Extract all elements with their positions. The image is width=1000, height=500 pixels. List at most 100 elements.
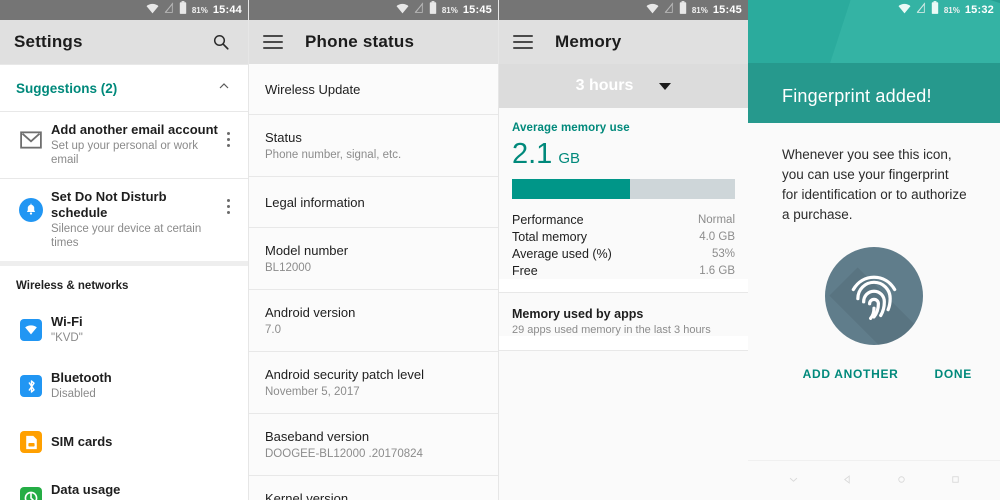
stat-value: 4.0 GB [699,230,735,243]
list-item-title: Android version [265,305,356,320]
stat-key: Performance [512,212,584,227]
sidebar-item-data-usage[interactable]: Data usage 0 B of data used [0,470,248,500]
list-item[interactable]: Add another email account Set up your pe… [0,112,248,178]
status-bar: 81% 15:45 [499,0,748,20]
stat-value: 53% [711,247,735,260]
suggestions-header[interactable]: Suggestions (2) [0,65,248,111]
sidebar-item-sim-cards[interactable]: SIM cards [0,414,248,470]
memory-apps-title: Memory used by apps [512,307,644,321]
status-time: 15:45 [462,4,492,16]
memory-apps-subtitle: 29 apps used memory in the last 3 hours [512,324,711,336]
battery-icon [429,1,437,19]
app-bar: Memory [499,20,748,64]
memory-stats: Performance Normal Total memory 4.0 GB A… [512,211,735,279]
back-triangle-icon[interactable] [842,472,853,490]
list-item-subtitle: Silence your device at certain times [51,223,202,249]
status-time: 15:44 [212,4,242,16]
list-item-text: Add another email account Set up your pe… [48,122,218,167]
status-bar: 81% 15:44 [0,0,248,20]
stat-value: Normal [697,213,735,226]
time-range-dropdown[interactable]: 3 hours [499,64,748,108]
list-item[interactable]: Model number BL12000 [249,228,498,289]
status-time: 15:45 [712,4,742,16]
list-item[interactable]: Legal information [249,177,498,227]
bell-icon [14,189,48,222]
list-item[interactable]: Android version 7.0 [249,290,498,351]
overflow-menu-icon[interactable] [218,189,238,214]
list-item-subtitle: BL12000 [265,262,312,274]
memory-progress-bar [512,179,735,199]
done-button[interactable]: DONE [935,367,972,381]
screen-memory: 81% 15:45 Memory 3 hours Average memory … [498,0,748,500]
list-item-title: Wireless Update [265,82,361,97]
fingerprint-icon [825,247,923,345]
wifi-icon [396,1,409,19]
status-bar: 81% 15:45 [249,0,498,20]
sidebar-item-label: Wi-Fi [51,314,83,329]
list-item-subtitle: 7.0 [265,324,281,336]
list-item-title: Status [265,130,302,145]
list-item-title: Set Do Not Disturb schedule [51,189,167,220]
add-another-button[interactable]: ADD ANOTHER [803,367,899,381]
list-item-subtitle: November 5, 2017 [265,386,360,398]
signal-off-icon [164,1,174,19]
sidebar-item-bluetooth[interactable]: Bluetooth Disabled [0,358,248,414]
screen-phone-status: 81% 15:45 Phone status Wireless Update S… [248,0,498,500]
section-header: Wireless & networks [16,280,129,292]
caret-down-icon [659,82,672,90]
list-item-text: Set Do Not Disturb schedule Silence your… [48,189,218,250]
hamburger-icon[interactable] [263,35,283,49]
fingerprint-description: Whenever you see this icon, you can use … [782,147,967,222]
list-item-title: Android security patch level [265,367,424,382]
hamburger-icon[interactable] [513,35,533,49]
sidebar-item-wifi[interactable]: Wi-Fi "KVD" [0,302,248,358]
battery-icon [931,1,939,19]
recents-square-icon[interactable] [950,472,961,490]
battery-percent: 81% [943,5,960,15]
page-title: Phone status [305,32,415,51]
average-memory-card: Average memory use 2.1 GB Performance No… [499,108,748,279]
average-memory-unit: GB [558,150,581,167]
signal-off-icon [916,1,926,19]
signal-off-icon [414,1,424,19]
table-row: Performance Normal [512,211,735,228]
list-item-title: Model number [265,243,349,258]
screen-settings: 81% 15:44 Settings Suggestions (2) Add a… [0,0,248,500]
list-item-title: Baseband version [265,429,370,444]
chevron-down-icon[interactable] [788,472,799,490]
stat-key: Free [512,263,538,278]
sidebar-item-text: Data usage 0 B of data used [48,482,135,500]
list-item[interactable]: Kernel version 3.18.35DOOGEEinfo@doogee.… [249,476,498,500]
sidebar-item-label: Data usage [51,482,121,497]
list-item[interactable]: Baseband version DOOGEE-BL12000 .2017082… [249,414,498,475]
gmail-icon [14,122,48,149]
sidebar-item-text: Wi-Fi "KVD" [48,314,83,346]
stat-key: Total memory [512,229,588,244]
battery-icon [179,1,187,19]
list-item[interactable]: Status Phone number, signal, etc. [249,115,498,176]
list-item[interactable]: Android security patch level November 5,… [249,352,498,413]
sidebar-item-label: Bluetooth [51,370,112,385]
battery-percent: 81% [691,5,708,15]
overflow-menu-icon[interactable] [218,122,238,147]
average-memory-label: Average memory use [512,122,630,134]
sidebar-item-text: SIM cards [48,434,112,451]
app-bar: Settings [0,20,248,64]
hero-banner: 81% 15:32 Fingerprint added! [748,0,1000,123]
table-row: Total memory 4.0 GB [512,228,735,245]
memory-used-by-apps[interactable]: Memory used by apps 29 apps used memory … [499,293,748,336]
battery-icon [679,1,687,19]
search-icon[interactable] [208,29,234,55]
fingerprint-actions: ADD ANOTHER DONE [748,345,1000,381]
sidebar-item-text: Bluetooth Disabled [48,370,112,402]
average-memory-value: 2.1 GB [512,138,735,170]
list-item[interactable]: Set Do Not Disturb schedule Silence your… [0,179,248,261]
chevron-up-icon[interactable] [216,78,232,99]
memory-progress-fill [512,179,631,199]
page-title: Settings [14,32,83,51]
home-circle-icon[interactable] [896,472,907,490]
sidebar-item-label: SIM cards [51,433,113,449]
list-item[interactable]: Wireless Update [249,64,498,114]
stat-key: Average used (%) [512,246,612,261]
